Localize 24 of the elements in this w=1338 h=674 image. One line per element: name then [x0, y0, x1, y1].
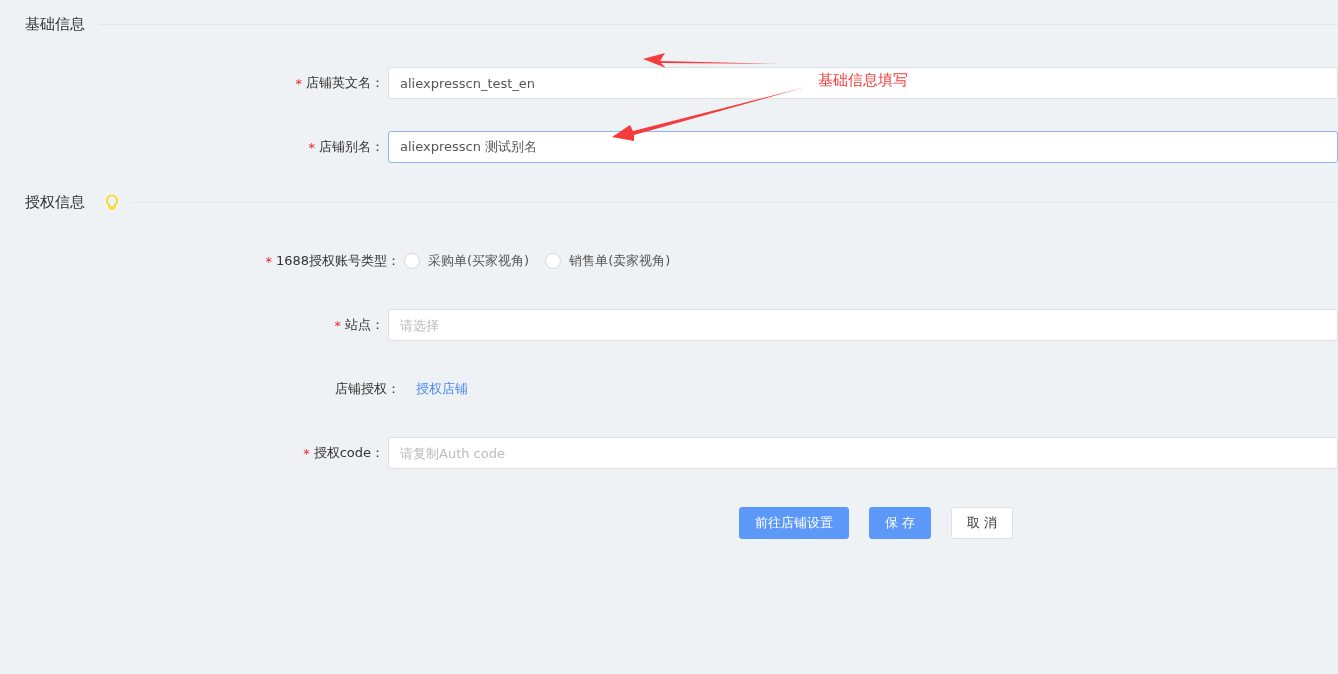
- required-mark: *: [265, 253, 272, 269]
- field-label: 1688授权账号类型：: [275, 252, 400, 270]
- radio-option[interactable]: 采购单(买家视角): [404, 252, 530, 270]
- required-mark: *: [303, 445, 310, 461]
- radio-button[interactable]: [545, 253, 562, 269]
- required-mark: *: [334, 317, 341, 333]
- field-label: 店铺授权：: [335, 380, 400, 398]
- field-label: 店铺别名：: [319, 138, 384, 156]
- radio-option[interactable]: 销售单(卖家视角): [545, 252, 671, 270]
- annotation-text: 基础信息填写: [818, 71, 908, 90]
- radio-label: 采购单(买家视角): [428, 252, 530, 270]
- cancel-button[interactable]: 取 消: [951, 507, 1014, 539]
- input-field[interactable]: 请复制Auth code: [388, 437, 1338, 469]
- field-label: 店铺英文名：: [306, 74, 384, 92]
- section-title: 基础信息: [25, 14, 86, 34]
- input-field[interactable]: aliexpresscn 测试别名: [388, 131, 1338, 163]
- radio-button[interactable]: [404, 253, 420, 269]
- required-mark: *: [308, 139, 315, 155]
- radio-label: 销售单(卖家视角): [569, 252, 671, 270]
- field-label: 授权code：: [313, 444, 384, 462]
- field-label: 站点：: [345, 316, 384, 334]
- required-mark: *: [295, 75, 302, 91]
- section-title: 授权信息: [25, 192, 86, 212]
- input-field[interactable]: 请选择: [388, 309, 1338, 341]
